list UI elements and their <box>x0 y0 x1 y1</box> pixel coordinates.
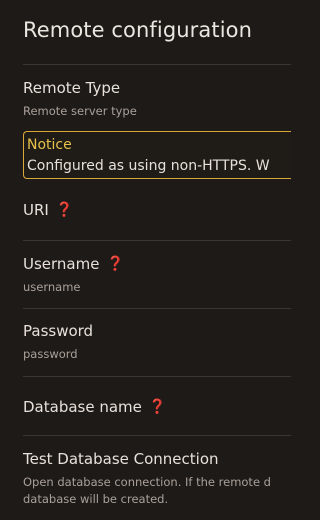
notice-title: Notice <box>27 137 72 153</box>
password-description: password <box>23 347 78 361</box>
username-description: username <box>23 280 81 294</box>
notice-text: Configured as using non-HTTPS. W <box>27 158 270 174</box>
remote-type-label: Remote Type <box>23 79 121 97</box>
required-icon: ❓ <box>55 202 74 218</box>
settings-panel: Remote configuration Remote Type Remote … <box>0 0 291 520</box>
divider <box>23 435 291 436</box>
divider <box>23 64 291 65</box>
required-icon: ❓ <box>106 256 124 272</box>
test-connection-description-line2: database will be created. <box>23 492 169 506</box>
notice-box: Notice Configured as using non-HTTPS. W <box>23 131 291 179</box>
database-name-label: Database name ❓ <box>23 398 166 416</box>
password-label: Password <box>23 322 94 340</box>
test-connection-description-line1: Open database connection. If the remote … <box>23 475 271 489</box>
uri-label-text: URI <box>23 201 49 219</box>
username-label-text: Username <box>23 255 100 273</box>
database-name-label-text: Database name <box>23 398 142 416</box>
test-connection-label: Test Database Connection <box>23 450 219 468</box>
required-icon: ❓ <box>148 399 167 415</box>
username-label: Username ❓ <box>23 255 124 273</box>
divider <box>23 376 291 377</box>
page-title: Remote configuration <box>23 18 253 42</box>
divider <box>23 308 291 309</box>
divider <box>23 240 291 241</box>
uri-label: URI ❓ <box>23 201 73 219</box>
remote-type-description: Remote server type <box>23 104 137 118</box>
